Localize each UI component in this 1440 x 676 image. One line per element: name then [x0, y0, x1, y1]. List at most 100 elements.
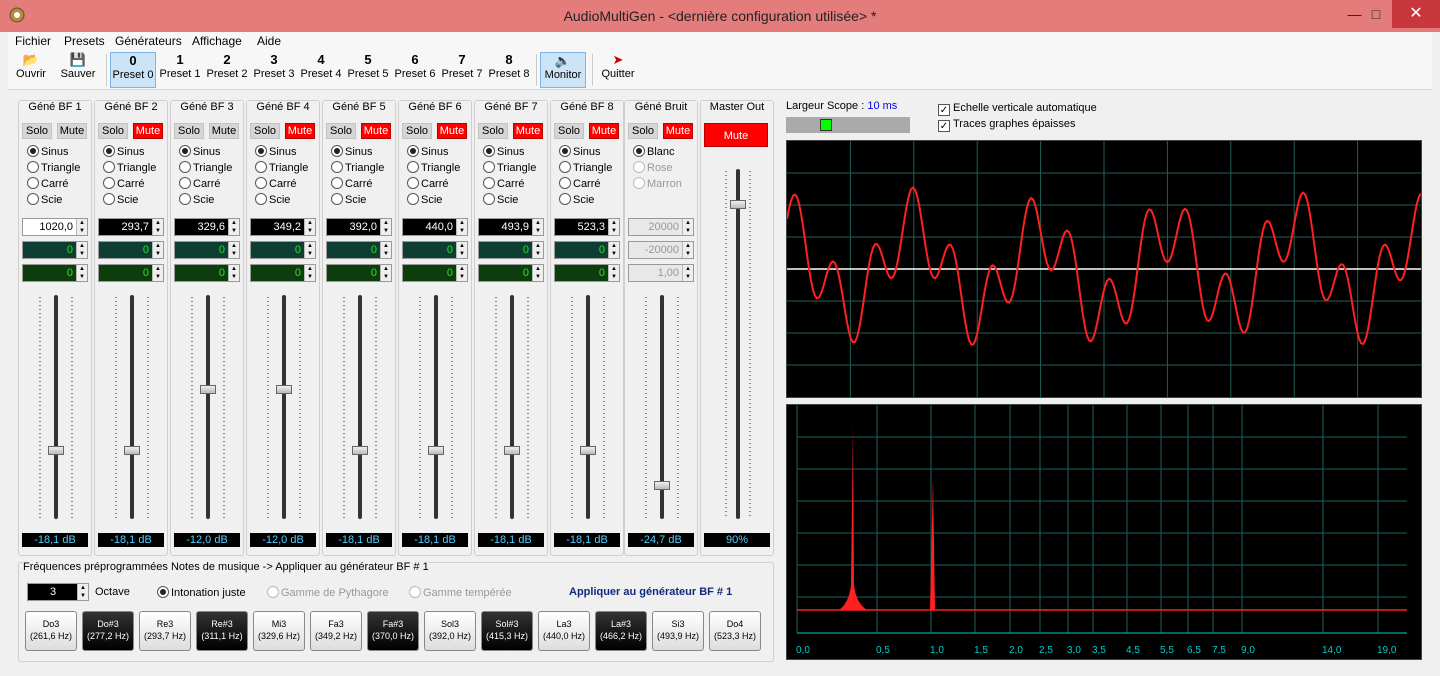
noise-param-1[interactable]: 20000 ▲ ▼: [628, 218, 694, 236]
spin-arrows-icon[interactable]: ▲ ▼: [76, 219, 87, 235]
scope-width-thumb[interactable]: [820, 119, 832, 131]
level-slider-thumb[interactable]: [276, 385, 292, 395]
note-button-do3[interactable]: Do3 (261,6 Hz): [25, 611, 77, 651]
radio-sinus[interactable]: Sinus: [179, 145, 221, 159]
level-slider-thumb[interactable]: [504, 445, 520, 455]
level-slider-thumb[interactable]: [352, 445, 368, 455]
level-slider[interactable]: [358, 295, 362, 519]
frequency-spinner[interactable]: 329,6 ▲ ▼: [174, 218, 240, 236]
param-a-spinner[interactable]: 0 ▲ ▼: [478, 241, 544, 259]
radio-scie[interactable]: Scie: [559, 193, 594, 207]
preset-6-button[interactable]: 6 Preset 6: [392, 52, 438, 88]
noise-mute-button[interactable]: Mute: [663, 123, 693, 139]
radio-carre[interactable]: Carré: [103, 177, 145, 191]
param-b-spinner[interactable]: 0 ▲ ▼: [22, 264, 88, 282]
menu-generateurs[interactable]: Générateurs: [115, 34, 182, 48]
param-b-spinner[interactable]: 0 ▲ ▼: [326, 264, 392, 282]
level-slider-thumb[interactable]: [124, 445, 140, 455]
radio-carre[interactable]: Carré: [331, 177, 373, 191]
radio-pythagore[interactable]: Gamme de Pythagore: [267, 586, 389, 600]
preset-7-button[interactable]: 7 Preset 7: [439, 52, 485, 88]
noise-level-thumb[interactable]: [654, 481, 670, 491]
monitor-button[interactable]: 🔈 Monitor: [540, 52, 586, 88]
param-a-spinner[interactable]: 0 ▲ ▼: [174, 241, 240, 259]
radio-scie[interactable]: Scie: [255, 193, 290, 207]
radio-carre[interactable]: Carré: [179, 177, 221, 191]
frequency-spinner[interactable]: 392,0 ▲ ▼: [326, 218, 392, 236]
param-a-spinner[interactable]: 0 ▲ ▼: [326, 241, 392, 259]
mute-button[interactable]: Mute: [133, 123, 163, 139]
radio-carre[interactable]: Carré: [483, 177, 525, 191]
spin-arrows-icon[interactable]: ▲ ▼: [152, 265, 163, 281]
mute-button[interactable]: Mute: [437, 123, 467, 139]
spin-arrows-icon[interactable]: ▲ ▼: [608, 242, 619, 258]
radio-sinus[interactable]: Sinus: [331, 145, 373, 159]
param-b-spinner[interactable]: 0 ▲ ▼: [402, 264, 468, 282]
solo-button[interactable]: Solo: [174, 123, 204, 139]
noise-param-3[interactable]: 1,00 ▲ ▼: [628, 264, 694, 282]
frequency-spinner[interactable]: 293,7 ▲ ▼: [98, 218, 164, 236]
menu-affichage[interactable]: Affichage: [192, 34, 242, 48]
spin-arrows-icon[interactable]: ▲ ▼: [532, 219, 543, 235]
mute-button[interactable]: Mute: [285, 123, 315, 139]
level-slider[interactable]: [54, 295, 58, 519]
note-button-re3[interactable]: Re3 (293,7 Hz): [139, 611, 191, 651]
note-button-fa3[interactable]: Fa3 (349,2 Hz): [310, 611, 362, 651]
radio-triangle[interactable]: Triangle: [27, 161, 80, 175]
radio-carre[interactable]: Carré: [559, 177, 601, 191]
master-level-slider[interactable]: [736, 169, 740, 519]
level-slider-thumb[interactable]: [580, 445, 596, 455]
spin-arrows-icon[interactable]: ▲ ▼: [608, 219, 619, 235]
frequency-spinner[interactable]: 349,2 ▲ ▼: [250, 218, 316, 236]
level-slider[interactable]: [130, 295, 134, 519]
master-level-thumb[interactable]: [730, 200, 746, 209]
level-slider[interactable]: [206, 295, 210, 519]
param-b-spinner[interactable]: 0 ▲ ▼: [478, 264, 544, 282]
menu-presets[interactable]: Presets: [64, 34, 105, 48]
radio-carre[interactable]: Carré: [255, 177, 297, 191]
auto-scale-checkbox[interactable]: ✓ Echelle verticale automatique: [938, 102, 1097, 116]
spin-arrows-icon[interactable]: ▲ ▼: [152, 219, 163, 235]
level-slider[interactable]: [434, 295, 438, 519]
radio-sinus[interactable]: Sinus: [255, 145, 297, 159]
param-b-spinner[interactable]: 0 ▲ ▼: [174, 264, 240, 282]
solo-button[interactable]: Solo: [250, 123, 280, 139]
radio-scie[interactable]: Scie: [407, 193, 442, 207]
mute-button[interactable]: Mute: [57, 123, 87, 139]
note-button-sol3[interactable]: Sol3 (392,0 Hz): [424, 611, 476, 651]
spin-arrows-icon[interactable]: ▲ ▼: [304, 242, 315, 258]
mute-button[interactable]: Mute: [513, 123, 543, 139]
noise-solo-button[interactable]: Solo: [628, 123, 658, 139]
noise-radio-rose[interactable]: Rose: [633, 161, 673, 175]
note-button-la-sharp3[interactable]: La#3 (466,2 Hz): [595, 611, 647, 651]
solo-button[interactable]: Solo: [326, 123, 356, 139]
spin-arrows-icon[interactable]: ▲ ▼: [228, 265, 239, 281]
param-a-spinner[interactable]: 0 ▲ ▼: [554, 241, 620, 259]
radio-triangle[interactable]: Triangle: [559, 161, 612, 175]
radio-sinus[interactable]: Sinus: [103, 145, 145, 159]
maximize-icon[interactable]: □: [1360, 0, 1392, 28]
level-slider[interactable]: [282, 295, 286, 519]
solo-button[interactable]: Solo: [554, 123, 584, 139]
spin-arrows-icon[interactable]: ▲ ▼: [380, 265, 391, 281]
thick-traces-checkbox[interactable]: ✓ Traces graphes épaisses: [938, 118, 1076, 132]
frequency-spinner[interactable]: 1020,0 ▲ ▼: [22, 218, 88, 236]
param-a-spinner[interactable]: 0 ▲ ▼: [22, 241, 88, 259]
param-b-spinner[interactable]: 0 ▲ ▼: [98, 264, 164, 282]
radio-triangle[interactable]: Triangle: [483, 161, 536, 175]
octave-spinner[interactable]: 3 ▲ ▼: [27, 583, 89, 601]
spin-arrows-icon[interactable]: ▲ ▼: [682, 265, 693, 281]
radio-sinus[interactable]: Sinus: [483, 145, 525, 159]
radio-triangle[interactable]: Triangle: [407, 161, 460, 175]
preset-1-button[interactable]: 1 Preset 1: [157, 52, 203, 88]
level-slider-thumb[interactable]: [428, 445, 444, 455]
menu-fichier[interactable]: Fichier: [15, 34, 51, 48]
spin-arrows-icon[interactable]: ▲ ▼: [532, 265, 543, 281]
spin-arrows-icon[interactable]: ▲ ▼: [152, 242, 163, 258]
radio-triangle[interactable]: Triangle: [255, 161, 308, 175]
open-button[interactable]: 📂 Ouvrir: [12, 52, 50, 88]
note-button-do-sharp3[interactable]: Do#3 (277,2 Hz): [82, 611, 134, 651]
radio-sinus[interactable]: Sinus: [559, 145, 601, 159]
spin-arrows-icon[interactable]: ▲ ▼: [228, 242, 239, 258]
preset-8-button[interactable]: 8 Preset 8: [486, 52, 532, 88]
